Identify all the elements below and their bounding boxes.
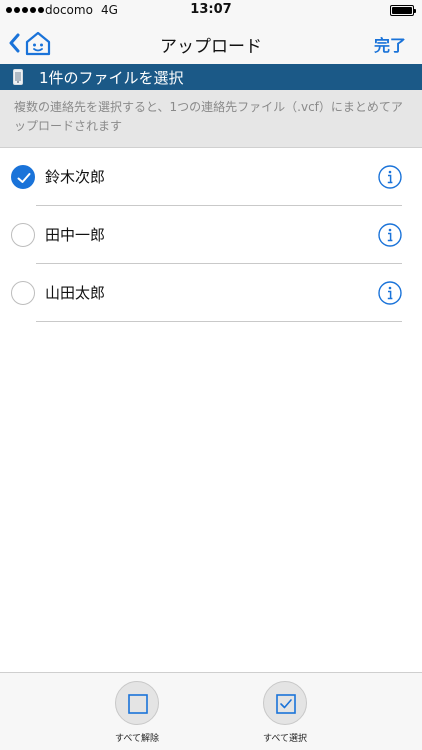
- back-button[interactable]: [8, 28, 52, 58]
- empty-checkbox-icon: [128, 694, 148, 714]
- deselect-all-button[interactable]: すべて解除: [77, 681, 197, 744]
- select-all-circle[interactable]: [263, 681, 307, 725]
- battery-icon: [390, 5, 416, 16]
- chevron-left-icon: [9, 33, 20, 53]
- unchecked-radio-icon[interactable]: [11, 223, 35, 247]
- row-divider: [36, 321, 402, 322]
- contact-row-suzuki[interactable]: 鈴木次郎: [0, 148, 422, 206]
- contact-row-yamada[interactable]: 山田太郎: [0, 264, 422, 322]
- contact-name: 山田太郎: [45, 284, 106, 302]
- bottom-toolbar: すべて解除 すべて選択: [0, 672, 422, 750]
- contact-name: 田中一郎: [45, 226, 106, 244]
- navigation-bar: アップロード 完了: [0, 22, 422, 64]
- deselect-all-circle[interactable]: [115, 681, 159, 725]
- phone-icon: [13, 69, 23, 85]
- info-icon[interactable]: [378, 223, 402, 247]
- selection-count-bar: 1件のファイルを選択: [0, 64, 422, 90]
- contact-row-tanaka[interactable]: 田中一郎: [0, 206, 422, 264]
- deselect-all-label: すべて解除: [114, 734, 159, 744]
- selection-count-label: 1件のファイルを選択: [39, 68, 184, 87]
- select-all-label: すべて選択: [262, 734, 307, 744]
- contact-list: 鈴木次郎 田中一郎 山田太郎: [0, 148, 422, 322]
- unchecked-radio-icon[interactable]: [11, 281, 35, 305]
- checked-checkbox-icon: [276, 694, 296, 714]
- info-banner: 複数の連絡先を選択すると、1つの連絡先ファイル（.vcf）にまとめてアップロード…: [0, 90, 422, 148]
- checked-radio-icon[interactable]: [11, 165, 35, 189]
- select-all-button[interactable]: すべて選択: [225, 681, 345, 744]
- status-time: 13:07: [190, 2, 232, 17]
- contact-name: 鈴木次郎: [45, 168, 106, 186]
- status-bar: docomo 4G 13:07: [0, 0, 422, 22]
- done-button[interactable]: 完了: [374, 32, 406, 56]
- info-icon[interactable]: [378, 165, 402, 189]
- page-title: アップロード: [160, 37, 262, 57]
- home-face-icon: [25, 31, 51, 56]
- info-icon[interactable]: [378, 281, 402, 305]
